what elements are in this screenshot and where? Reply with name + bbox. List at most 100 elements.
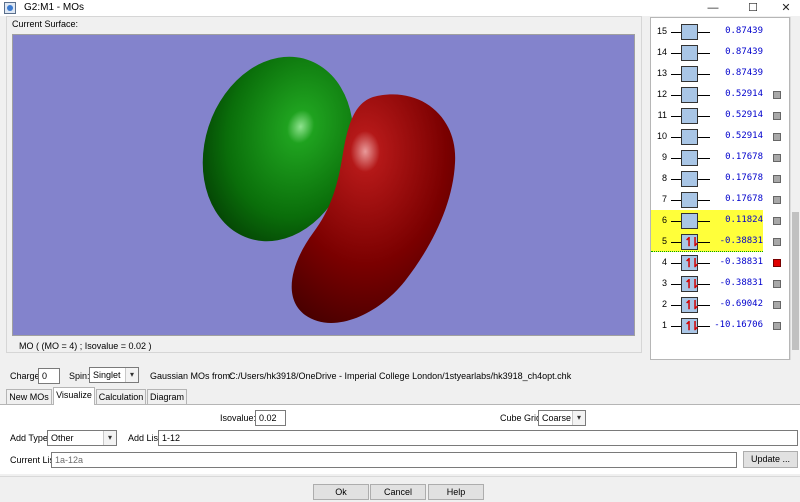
mo-row[interactable]: 10 0.52914	[651, 126, 789, 147]
mo-number: 3	[661, 278, 667, 288]
current-list-input[interactable]: 1a-12a	[51, 452, 737, 468]
mo-row[interactable]: 3 ↿ ⇂ -0.38831	[651, 273, 789, 294]
level-line	[698, 242, 710, 243]
occupied-orbital-box: ↿ ⇂	[681, 318, 700, 334]
mo-number: 12	[656, 89, 667, 99]
mo-select-marker[interactable]	[773, 196, 781, 204]
spin-value: Singlet	[93, 370, 121, 380]
mo-number: 5	[661, 236, 667, 246]
orbital-render	[202, 56, 456, 323]
mo-select-marker[interactable]	[773, 112, 781, 120]
virtual-orbital-box	[681, 24, 698, 40]
update-button[interactable]: Update ...	[743, 451, 798, 468]
mo-number: 8	[661, 173, 667, 183]
ok-button[interactable]: Ok	[313, 484, 369, 500]
mo-row[interactable]: 7 0.17678	[651, 189, 789, 210]
current-surface-label: Current Surface:	[12, 19, 79, 29]
mo-number: 4	[661, 257, 667, 267]
mo-select-marker[interactable]	[773, 322, 781, 330]
mo-row[interactable]: 1 ↿ ⇂ -10.16706	[651, 315, 789, 336]
cube-grid-select[interactable]: Coarse ▾	[538, 410, 586, 426]
mo-row[interactable]: 6 0.11824	[651, 210, 781, 231]
mo-number: 1	[661, 320, 667, 330]
add-type-select[interactable]: Other ▾	[47, 430, 117, 446]
virtual-orbital-box	[681, 213, 698, 229]
mo-row[interactable]: 14 0.87439	[651, 42, 789, 63]
mo-row[interactable]: 15 0.87439	[651, 21, 789, 42]
close-button[interactable]: ✕	[766, 0, 800, 16]
virtual-orbital-box	[681, 87, 698, 103]
level-line	[671, 179, 681, 180]
mo-number: 15	[656, 26, 667, 36]
add-type-value: Other	[51, 433, 74, 443]
mo-row[interactable]: 12 0.52914	[651, 84, 789, 105]
add-list-input[interactable]: 1-12	[158, 430, 798, 446]
mo-select-marker[interactable]	[773, 217, 781, 225]
mo-select-marker[interactable]	[773, 301, 781, 309]
tab-calculation[interactable]: Calculation	[96, 389, 146, 404]
mo-row[interactable]: 9 0.17678	[651, 147, 789, 168]
mo-select-marker[interactable]	[773, 133, 781, 141]
spin-select[interactable]: Singlet ▾	[89, 367, 139, 383]
chevron-down-icon: ▾	[572, 411, 585, 425]
mo-row[interactable]: 11 0.52914	[651, 105, 789, 126]
surface-viewport[interactable]	[12, 34, 635, 336]
level-line	[671, 95, 681, 96]
chevron-down-icon: ▾	[103, 431, 116, 445]
occupied-orbital-box: ↿ ⇂	[681, 276, 700, 292]
level-line	[698, 284, 710, 285]
mo-number: 2	[661, 299, 667, 309]
help-button[interactable]: Help	[428, 484, 484, 500]
level-line	[671, 116, 681, 117]
level-line	[671, 32, 681, 33]
window-title: G2:M1 - MOs	[24, 2, 85, 13]
mo-select-marker[interactable]	[773, 91, 781, 99]
mo-energy: -0.38831	[719, 257, 763, 267]
mo-number: 10	[656, 131, 667, 141]
title-bar	[0, 0, 800, 16]
mo-number: 14	[656, 47, 667, 57]
mo-number: 7	[661, 194, 667, 204]
level-line	[698, 137, 710, 138]
mo-energy: -10.16706	[714, 320, 763, 330]
mo-energy: -0.38831	[719, 278, 763, 288]
mo-energy: -0.38831	[719, 236, 763, 246]
mo-row[interactable]: 4 ↿ ⇂ -0.38831	[651, 252, 789, 273]
mo-row[interactable]: 8 0.17678	[651, 168, 789, 189]
mo-row[interactable]: 5 ↿ ⇂ -0.38831	[651, 231, 781, 252]
cancel-button[interactable]: Cancel	[370, 484, 426, 500]
homo-lumo-separator	[651, 251, 763, 252]
virtual-orbital-box	[681, 45, 698, 61]
tab-new-mos[interactable]: New MOs	[6, 389, 52, 404]
mo-energy: 0.52914	[725, 89, 763, 99]
isovalue-input[interactable]: 0.02	[255, 410, 286, 426]
cube-grid-value: Coarse	[542, 413, 572, 423]
spin-label: Spin:	[69, 371, 90, 381]
mo-number: 11	[657, 110, 667, 120]
mo-status-text: MO ( (MO = 4) ; Isovalue = 0.02 )	[19, 341, 152, 351]
level-line	[671, 284, 681, 285]
mo-select-marker[interactable]	[773, 154, 781, 162]
mo-scrollbar-thumb[interactable]	[792, 212, 799, 350]
level-line	[671, 158, 681, 159]
level-line	[671, 74, 681, 75]
mo-selected-marker[interactable]	[773, 259, 781, 267]
charge-input[interactable]: 0	[38, 368, 60, 384]
tab-visualize[interactable]: Visualize	[53, 387, 95, 405]
mo-energy: 0.17678	[725, 194, 763, 204]
level-line	[698, 305, 710, 306]
virtual-orbital-box	[681, 108, 698, 124]
mo-energy-panel[interactable]: 15 0.87439 14 0.87439 13 0.87439 12 0.52914 11 0.…	[650, 17, 790, 360]
mo-select-marker[interactable]	[773, 280, 781, 288]
level-line	[671, 305, 681, 306]
level-line	[671, 137, 681, 138]
mo-row[interactable]: 13 0.87439	[651, 63, 789, 84]
mo-row[interactable]: 2 ↿ ⇂ -0.69042	[651, 294, 789, 315]
mo-select-marker[interactable]	[773, 238, 781, 246]
mo-energy: -0.69042	[719, 299, 763, 309]
mo-select-marker[interactable]	[773, 175, 781, 183]
level-line	[698, 179, 710, 180]
minimize-button[interactable]: —	[693, 0, 733, 16]
tab-diagram[interactable]: Diagram	[147, 389, 187, 404]
source-path: C:/Users/hk3918/OneDrive - Imperial Coll…	[229, 371, 572, 381]
